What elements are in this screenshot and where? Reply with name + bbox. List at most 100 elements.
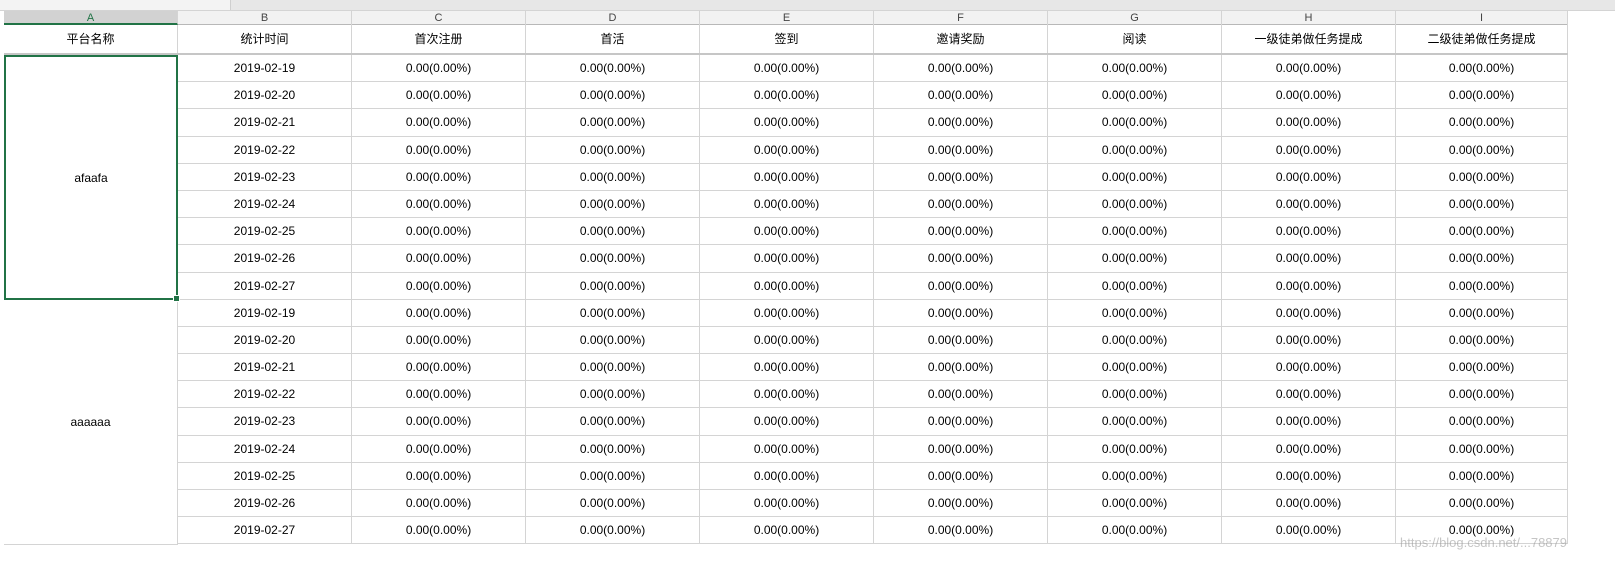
date-cell[interactable]: 2019-02-20 <box>178 326 352 354</box>
value-cell[interactable]: 0.00(0.00%) <box>1222 218 1396 245</box>
value-cell[interactable]: 0.00(0.00%) <box>874 272 1048 299</box>
value-cell[interactable]: 0.00(0.00%) <box>1222 163 1396 190</box>
value-cell[interactable]: 0.00(0.00%) <box>1048 326 1222 354</box>
value-cell[interactable]: 0.00(0.00%) <box>1222 272 1396 299</box>
header-cell-f[interactable]: 邀请奖励 <box>874 25 1048 53</box>
fill-handle[interactable] <box>173 295 180 302</box>
value-cell[interactable]: 0.00(0.00%) <box>526 218 700 245</box>
value-cell[interactable]: 0.00(0.00%) <box>526 109 700 136</box>
value-cell[interactable]: 0.00(0.00%) <box>1048 272 1222 299</box>
value-cell[interactable]: 0.00(0.00%) <box>1222 82 1396 109</box>
value-cell[interactable]: 0.00(0.00%) <box>700 435 874 462</box>
value-cell[interactable]: 0.00(0.00%) <box>700 55 874 82</box>
date-cell[interactable]: 2019-02-21 <box>178 109 352 136</box>
value-cell[interactable]: 0.00(0.00%) <box>1222 435 1396 462</box>
value-cell[interactable]: 0.00(0.00%) <box>1048 435 1222 462</box>
value-cell[interactable]: 0.00(0.00%) <box>874 462 1048 489</box>
value-cell[interactable]: 0.00(0.00%) <box>1048 408 1222 435</box>
value-cell[interactable]: 0.00(0.00%) <box>352 408 526 435</box>
value-cell[interactable]: 0.00(0.00%) <box>1396 435 1568 462</box>
value-cell[interactable]: 0.00(0.00%) <box>526 354 700 381</box>
value-cell[interactable]: 0.00(0.00%) <box>526 82 700 109</box>
date-cell[interactable]: 2019-02-26 <box>178 490 352 517</box>
date-cell[interactable]: 2019-02-24 <box>178 190 352 218</box>
value-cell[interactable]: 0.00(0.00%) <box>874 109 1048 136</box>
value-cell[interactable]: 0.00(0.00%) <box>352 55 526 82</box>
date-cell[interactable]: 2019-02-26 <box>178 245 352 272</box>
value-cell[interactable]: 0.00(0.00%) <box>352 462 526 489</box>
value-cell[interactable]: 0.00(0.00%) <box>874 55 1048 82</box>
value-cell[interactable]: 0.00(0.00%) <box>352 190 526 218</box>
value-cell[interactable]: 0.00(0.00%) <box>874 299 1048 326</box>
value-cell[interactable]: 0.00(0.00%) <box>874 326 1048 354</box>
header-cell-d[interactable]: 首活 <box>526 25 700 53</box>
value-cell[interactable]: 0.00(0.00%) <box>1396 136 1568 163</box>
date-cell[interactable]: 2019-02-21 <box>178 354 352 381</box>
value-cell[interactable]: 0.00(0.00%) <box>700 408 874 435</box>
value-cell[interactable]: 0.00(0.00%) <box>874 490 1048 517</box>
value-cell[interactable]: 0.00(0.00%) <box>874 408 1048 435</box>
header-cell-i[interactable]: 二级徒弟做任务提成 <box>1396 25 1568 53</box>
value-cell[interactable]: 0.00(0.00%) <box>1396 163 1568 190</box>
date-cell[interactable]: 2019-02-25 <box>178 218 352 245</box>
date-cell[interactable]: 2019-02-22 <box>178 136 352 163</box>
value-cell[interactable]: 0.00(0.00%) <box>1222 490 1396 517</box>
value-cell[interactable]: 0.00(0.00%) <box>874 381 1048 408</box>
value-cell[interactable]: 0.00(0.00%) <box>1396 326 1568 354</box>
value-cell[interactable]: 0.00(0.00%) <box>1222 462 1396 489</box>
value-cell[interactable]: 0.00(0.00%) <box>700 272 874 299</box>
column-letter-b[interactable]: B <box>178 11 352 25</box>
value-cell[interactable]: 0.00(0.00%) <box>1048 354 1222 381</box>
value-cell[interactable]: 0.00(0.00%) <box>874 354 1048 381</box>
value-cell[interactable]: 0.00(0.00%) <box>1048 490 1222 517</box>
value-cell[interactable]: 0.00(0.00%) <box>700 381 874 408</box>
value-cell[interactable]: 0.00(0.00%) <box>874 245 1048 272</box>
column-letter-g[interactable]: G <box>1048 11 1222 25</box>
value-cell[interactable]: 0.00(0.00%) <box>352 82 526 109</box>
value-cell[interactable]: 0.00(0.00%) <box>1222 517 1396 544</box>
value-cell[interactable]: 0.00(0.00%) <box>874 517 1048 544</box>
value-cell[interactable]: 0.00(0.00%) <box>1048 55 1222 82</box>
column-letter-a[interactable]: A <box>4 11 178 25</box>
column-letter-d[interactable]: D <box>526 11 700 25</box>
platform-name-cell[interactable]: afaafa <box>4 55 180 302</box>
value-cell[interactable]: 0.00(0.00%) <box>1396 109 1568 136</box>
value-cell[interactable]: 0.00(0.00%) <box>526 435 700 462</box>
value-cell[interactable]: 0.00(0.00%) <box>1048 517 1222 544</box>
header-cell-g[interactable]: 阅读 <box>1048 25 1222 53</box>
value-cell[interactable]: 0.00(0.00%) <box>526 381 700 408</box>
value-cell[interactable]: 0.00(0.00%) <box>700 462 874 489</box>
value-cell[interactable]: 0.00(0.00%) <box>1048 136 1222 163</box>
value-cell[interactable]: 0.00(0.00%) <box>1048 163 1222 190</box>
value-cell[interactable]: 0.00(0.00%) <box>700 517 874 544</box>
value-cell[interactable]: 0.00(0.00%) <box>1396 490 1568 517</box>
value-cell[interactable]: 0.00(0.00%) <box>1048 82 1222 109</box>
value-cell[interactable]: 0.00(0.00%) <box>526 408 700 435</box>
header-cell-a[interactable]: 平台名称 <box>4 25 178 53</box>
value-cell[interactable]: 0.00(0.00%) <box>1396 408 1568 435</box>
date-cell[interactable]: 2019-02-27 <box>178 517 352 544</box>
value-cell[interactable]: 0.00(0.00%) <box>1396 299 1568 326</box>
value-cell[interactable]: 0.00(0.00%) <box>700 326 874 354</box>
date-cell[interactable]: 2019-02-23 <box>178 163 352 190</box>
value-cell[interactable]: 0.00(0.00%) <box>526 190 700 218</box>
value-cell[interactable]: 0.00(0.00%) <box>700 109 874 136</box>
date-cell[interactable]: 2019-02-19 <box>178 55 352 82</box>
value-cell[interactable]: 0.00(0.00%) <box>874 190 1048 218</box>
value-cell[interactable]: 0.00(0.00%) <box>352 109 526 136</box>
value-cell[interactable]: 0.00(0.00%) <box>526 136 700 163</box>
value-cell[interactable]: 0.00(0.00%) <box>1222 354 1396 381</box>
value-cell[interactable]: 0.00(0.00%) <box>1048 299 1222 326</box>
value-cell[interactable]: 0.00(0.00%) <box>352 490 526 517</box>
value-cell[interactable]: 0.00(0.00%) <box>1222 109 1396 136</box>
value-cell[interactable]: 0.00(0.00%) <box>1396 218 1568 245</box>
value-cell[interactable]: 0.00(0.00%) <box>1048 109 1222 136</box>
value-cell[interactable]: 0.00(0.00%) <box>352 435 526 462</box>
value-cell[interactable]: 0.00(0.00%) <box>700 82 874 109</box>
value-cell[interactable]: 0.00(0.00%) <box>526 163 700 190</box>
value-cell[interactable]: 0.00(0.00%) <box>1048 381 1222 408</box>
value-cell[interactable]: 0.00(0.00%) <box>1396 190 1568 218</box>
value-cell[interactable]: 0.00(0.00%) <box>700 299 874 326</box>
column-letter-e[interactable]: E <box>700 11 874 25</box>
value-cell[interactable]: 0.00(0.00%) <box>1396 381 1568 408</box>
